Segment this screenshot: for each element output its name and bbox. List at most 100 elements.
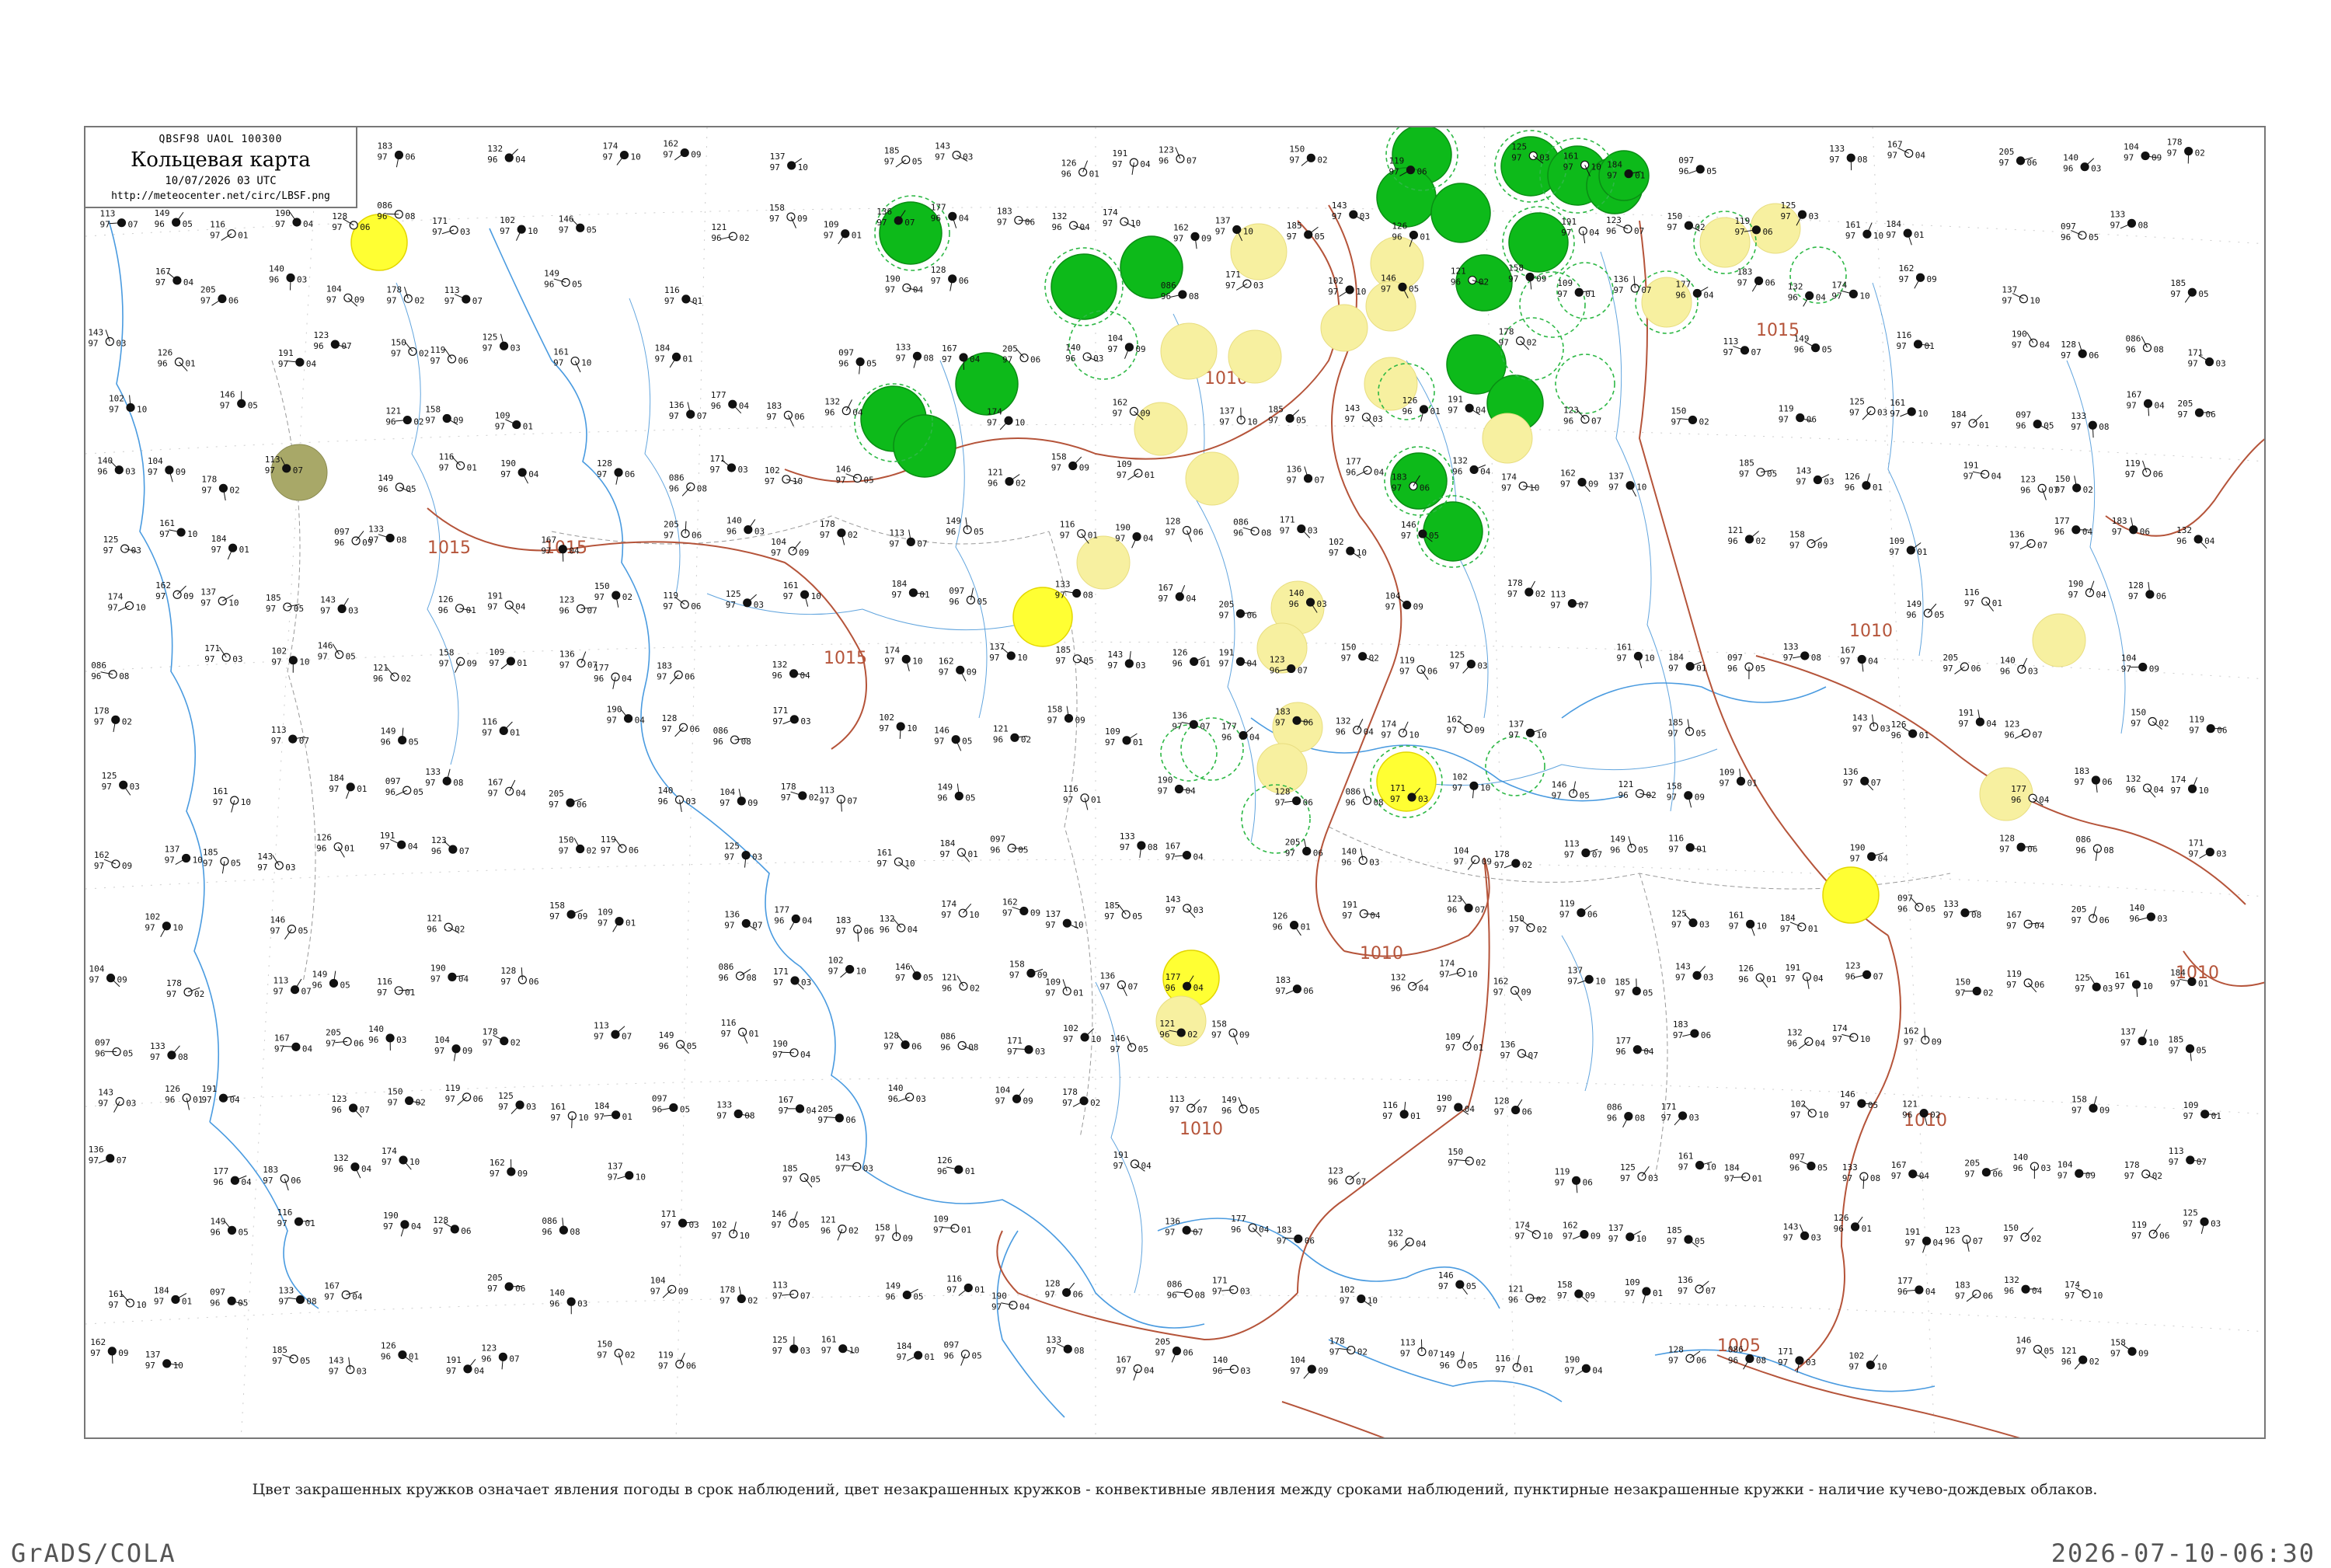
station-plot: 1369707: [1287, 465, 1325, 486]
station-temperature: 97: [1613, 285, 1623, 295]
station-temperature: 97: [946, 1284, 956, 1294]
station-plot: 1779604: [2054, 516, 2093, 537]
station-temperature: 97: [433, 1226, 443, 1236]
station-plot: 1049709: [771, 537, 809, 558]
station-dewpoint: 01: [622, 1112, 632, 1122]
station-plot: 1269601: [165, 1084, 203, 1110]
station-plot: 1139707: [889, 528, 927, 549]
station-temperature: 97: [483, 1038, 493, 1048]
station-pressure: 167: [274, 1033, 290, 1043]
station-plot: 1589709: [769, 203, 807, 228]
station-dewpoint: 07: [293, 465, 303, 476]
station-temperature: 96: [1897, 904, 1908, 914]
station-temperature: 97: [388, 1098, 398, 1108]
station-plot: 1439703: [1166, 894, 1204, 918]
station-dewpoint: 04: [302, 1044, 313, 1054]
station-plot: 1719703: [432, 216, 470, 237]
station-temperature: 97: [817, 1115, 828, 1125]
station-plot: 1029710: [765, 465, 803, 486]
station-plot: 1719703: [1212, 1276, 1250, 1297]
station-temperature: 97: [332, 222, 342, 232]
station-dewpoint: 06: [291, 1176, 301, 1186]
station-temperature: 97: [772, 1050, 782, 1060]
station-temperature: 97: [1400, 1349, 1410, 1359]
station-temperature: 97: [884, 656, 894, 666]
station-plot: 1259703: [1671, 909, 1709, 930]
station-temperature: 97: [2064, 1291, 2075, 1301]
station-dewpoint: 09: [2085, 1170, 2096, 1180]
station-plot: 1469705: [318, 640, 356, 661]
station-temperature: 96: [669, 483, 679, 493]
station-temperature: 97: [541, 546, 551, 556]
station-temperature: 96: [165, 1095, 175, 1105]
station-dewpoint: 05: [123, 1049, 133, 1059]
station-dewpoint: 09: [691, 150, 701, 160]
station-temperature: 97: [444, 296, 455, 306]
station-pressure: 137: [1219, 406, 1235, 416]
station-temperature: 97: [1720, 778, 1730, 788]
station-plot: 1919704: [1785, 963, 1824, 989]
station-pressure: 136: [1678, 1275, 1693, 1285]
station-pressure: 104: [148, 456, 163, 466]
station-plot: 1339708: [1120, 831, 1158, 858]
station-dewpoint: 05: [1466, 1281, 1476, 1291]
station-temperature: 97: [1843, 778, 1853, 788]
station-pressure: 109: [1625, 1277, 1640, 1288]
source-url[interactable]: http://meteocenter.net/circ/LBSF.png: [85, 190, 356, 202]
station-plot: 1139707: [1550, 590, 1588, 611]
station-temperature: 97: [1215, 226, 1225, 236]
station-dewpoint: 08: [405, 211, 415, 221]
station-temperature: 97: [274, 987, 284, 997]
station-dewpoint: 06: [2156, 591, 2166, 601]
station-plot: 1629709: [155, 580, 193, 601]
station-temperature: 97: [263, 1176, 273, 1186]
bulletin-codes: QBSF98 UAOL 100300: [85, 134, 356, 145]
station-plot: 1169701: [439, 451, 477, 472]
station-cloud-cover-icon: [894, 217, 902, 225]
station-pressure: 149: [659, 1030, 674, 1040]
station-dewpoint: 08: [2153, 344, 2163, 354]
station-pressure: 143: [1166, 894, 1181, 904]
station-temperature: 96: [659, 1041, 669, 1051]
station-pressure: 086: [1167, 1279, 1183, 1289]
station-pressure: 150: [2131, 708, 2146, 718]
station-pressure: 123: [559, 594, 575, 605]
station-temperature: 97: [602, 152, 612, 162]
station-pressure: 086: [1345, 786, 1361, 796]
station-temperature: 97: [1165, 1227, 1175, 1237]
station-pressure: 205: [1999, 147, 2015, 157]
station-plot: 1219602: [711, 222, 749, 243]
station-dewpoint: 03: [125, 467, 135, 477]
station-plot: 1339708: [1829, 144, 1867, 170]
station-dewpoint: 05: [962, 737, 972, 747]
station-temperature: 97: [1564, 1365, 1574, 1375]
station-pressure: 174: [107, 591, 123, 601]
station-pressure: 158: [1051, 452, 1067, 462]
station-dewpoint: 07: [1197, 1105, 1207, 1115]
station-pressure: 137: [1508, 719, 1524, 729]
station-temperature: 97: [1943, 910, 1953, 920]
station-plot: 1789702: [1329, 1336, 1368, 1357]
station-dewpoint: 02: [2089, 1357, 2099, 1367]
station-plot: 1289706: [433, 1215, 471, 1236]
station-pressure: 171: [2188, 348, 2204, 358]
station-pressure: 161: [1845, 220, 1861, 230]
station-plot: 1139707: [594, 1020, 632, 1041]
map-title: Кольцевая карта: [85, 148, 356, 172]
station-pressure: 086: [2125, 333, 2141, 343]
station-pressure: 121: [988, 468, 1003, 478]
station-temperature: 97: [203, 858, 213, 868]
station-dewpoint: 08: [1083, 591, 1093, 601]
station-pressure: 205: [1155, 1337, 1170, 1347]
station-dewpoint: 01: [1992, 598, 2002, 608]
station-plot: 1379710: [989, 642, 1027, 663]
station-plot: 1409603: [2063, 153, 2101, 174]
station-dewpoint: 05: [572, 279, 582, 289]
station-dewpoint: 03: [754, 600, 764, 610]
isobar-label: 1015: [824, 649, 867, 668]
station-plot: 1619710: [108, 1289, 146, 1310]
station-temperature: 96: [1402, 406, 1413, 416]
wind-barb-icon: [663, 1289, 672, 1298]
station-cloud-cover-icon: [1420, 406, 1428, 413]
station-cloud-cover-icon: [517, 225, 525, 233]
